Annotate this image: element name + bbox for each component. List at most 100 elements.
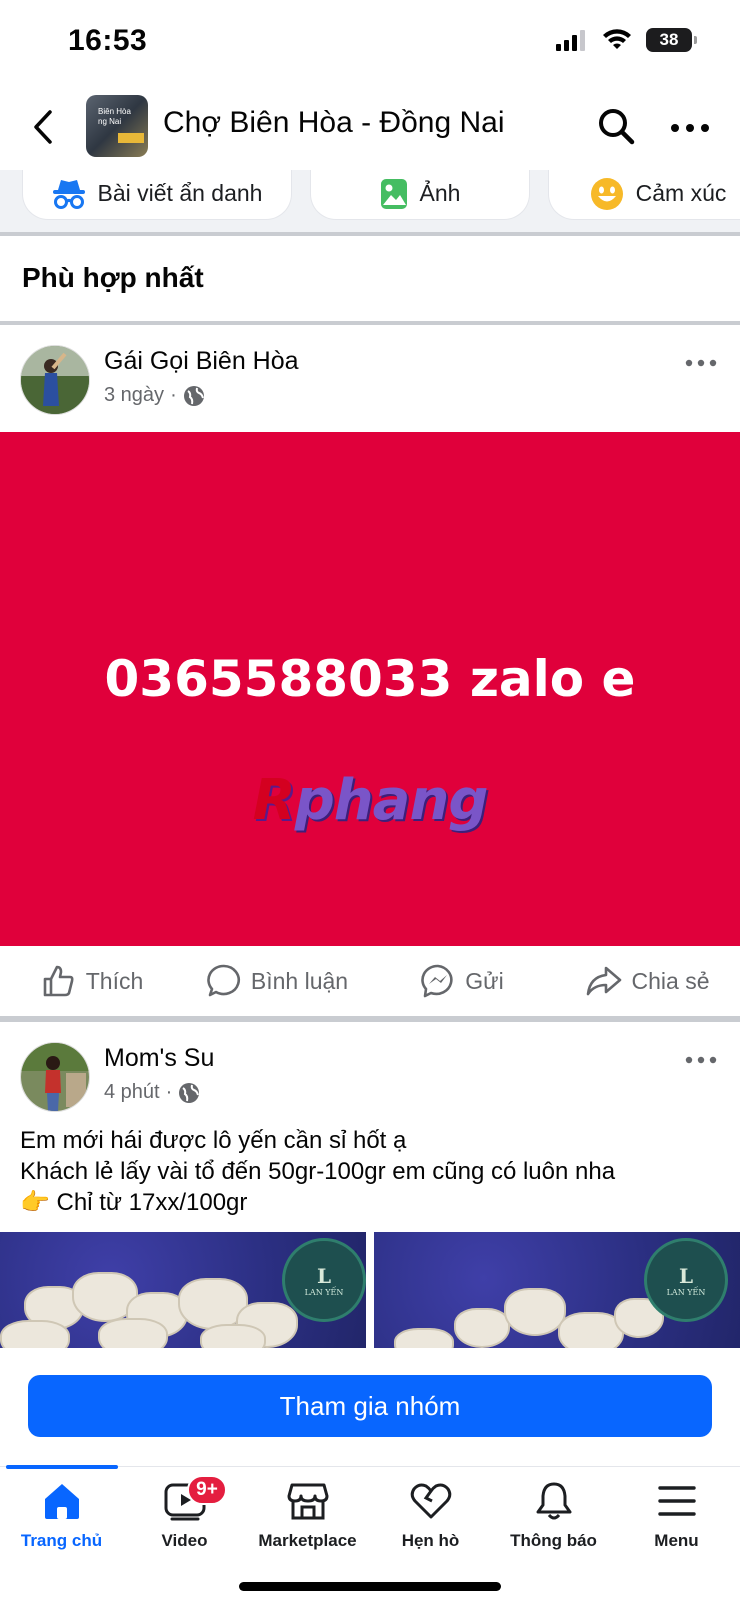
post-text: Em mới hái được lô yến cần sỉ hốt ạ Khác… xyxy=(20,1125,730,1218)
tab-marketplace[interactable]: Marketplace xyxy=(246,1481,369,1551)
tab-label: Marketplace xyxy=(258,1531,357,1550)
comment-button[interactable]: Bình luận xyxy=(185,964,370,998)
tab-label: Thông báo xyxy=(510,1531,597,1550)
sort-section-title[interactable]: Phù hợp nhất xyxy=(22,262,204,294)
heart-icon xyxy=(410,1483,451,1519)
post-author[interactable]: Gái Gọi Biên Hòa xyxy=(104,347,299,376)
anonymous-post-chip[interactable]: Bài viết ẩn danh xyxy=(22,170,292,220)
home-indicator xyxy=(239,1582,501,1591)
incognito-icon xyxy=(52,179,85,209)
post-meta: 4 phút · xyxy=(104,1081,200,1104)
marketplace-icon xyxy=(287,1483,328,1520)
feeling-chip[interactable]: Cảm xúc xyxy=(548,170,740,220)
post-author[interactable]: Mom's Su xyxy=(104,1044,214,1073)
group-header: Biên Hòa ng Nai Chợ Biên Hòa - Đồng Nai xyxy=(0,84,740,170)
avatar-image xyxy=(21,346,89,414)
tab-label: Video xyxy=(161,1531,208,1550)
share-icon xyxy=(586,966,621,996)
battery-icon: 38 xyxy=(646,28,697,52)
ellipsis-icon xyxy=(685,359,717,367)
meta-separator: · xyxy=(170,384,177,406)
nest-shape xyxy=(504,1288,566,1336)
nest-shape xyxy=(394,1328,454,1348)
tab-label: Trang chủ xyxy=(20,1531,103,1550)
avatar[interactable] xyxy=(20,1042,90,1112)
chevron-left-icon xyxy=(34,110,52,144)
avatar[interactable] xyxy=(20,345,90,415)
section-divider xyxy=(0,232,740,236)
post-time: 3 ngày xyxy=(104,384,165,406)
nest-shape xyxy=(98,1318,168,1348)
status-bar: 16:53 38 xyxy=(0,0,740,84)
status-icons: 38 xyxy=(556,28,697,52)
photo-label: Ảnh xyxy=(419,180,461,206)
seal-mark: L xyxy=(678,1263,694,1288)
comment-label: Bình luận xyxy=(250,967,349,994)
messenger-icon xyxy=(421,964,453,998)
back-button[interactable] xyxy=(26,106,60,148)
send-label: Gửi xyxy=(465,967,504,994)
post-options-button[interactable] xyxy=(684,353,718,373)
thumbnail-sign xyxy=(118,133,144,143)
nest-shape xyxy=(454,1308,510,1348)
tab-menu[interactable]: Menu xyxy=(615,1481,738,1551)
globe-icon xyxy=(183,385,204,406)
home-icon xyxy=(44,1484,79,1519)
photo-icon xyxy=(380,178,407,209)
send-button[interactable]: Gửi xyxy=(370,964,555,998)
watermark-part: R xyxy=(252,768,296,833)
menu-icon xyxy=(657,1486,696,1516)
group-title[interactable]: Chợ Biên Hòa - Đồng Nai xyxy=(163,106,505,140)
tab-label: Menu xyxy=(654,1531,699,1550)
share-button[interactable]: Chia sẻ xyxy=(555,965,740,997)
photo-chip[interactable]: Ảnh xyxy=(310,170,530,220)
join-group-button[interactable]: Tham gia nhóm xyxy=(28,1375,712,1437)
like-label: Thích xyxy=(85,967,144,994)
smiley-icon xyxy=(590,177,623,210)
composer-chips: Bài viết ẩn danh Ảnh Cảm xúc xyxy=(0,170,740,232)
avatar-image xyxy=(21,1043,89,1111)
watermark-part: phang xyxy=(294,768,489,833)
tab-notifications[interactable]: Thông báo xyxy=(492,1481,615,1551)
search-icon xyxy=(599,109,635,145)
post-photo[interactable]: L LAN YẾN xyxy=(0,1232,366,1348)
like-button[interactable]: Thích xyxy=(0,964,185,998)
post-divider xyxy=(0,1016,740,1022)
post-text-line: Khách lẻ lấy vài tổ đến 50gr-100gr em cũ… xyxy=(20,1158,616,1185)
nest-shape xyxy=(0,1320,70,1348)
post-text-line: Em mới hái được lô yến cần sỉ hốt ạ xyxy=(20,1127,407,1154)
post-time: 4 phút xyxy=(104,1081,160,1103)
post-photo[interactable]: L LAN YẾN xyxy=(374,1232,740,1348)
thumbs-up-icon xyxy=(43,965,74,997)
section-divider xyxy=(0,321,740,325)
tab-dating[interactable]: Hẹn hò xyxy=(369,1481,492,1551)
anonymous-post-label: Bài viết ẩn danh xyxy=(97,180,263,206)
tab-video[interactable]: 9+ Video xyxy=(123,1475,246,1551)
nest-shape xyxy=(200,1324,266,1348)
share-label: Chia sẻ xyxy=(631,967,710,994)
battery-level: 38 xyxy=(659,30,679,49)
group-thumbnail[interactable]: Biên Hòa ng Nai xyxy=(86,95,148,157)
ellipsis-icon xyxy=(685,1056,717,1064)
post-header: Gái Gọi Biên Hòa 3 ngày · xyxy=(0,327,740,427)
more-options-button[interactable] xyxy=(668,108,712,148)
meta-separator: · xyxy=(165,1081,173,1103)
feeling-label: Cảm xúc xyxy=(635,180,727,206)
post-image[interactable]: 0365588033 zalo e Rphang xyxy=(0,432,740,946)
post-header: Mom's Su 4 phút · xyxy=(0,1024,740,1124)
post-options-button[interactable] xyxy=(684,1050,718,1070)
join-bar: Tham gia nhóm xyxy=(0,1348,740,1468)
post-actions: Thích Bình luận Gửi Chia sẻ xyxy=(0,946,740,1016)
seal-mark: L xyxy=(316,1263,332,1288)
brand-seal: L LAN YẾN xyxy=(644,1238,728,1322)
bottom-tab-bar: Trang chủ 9+ Video Marketplace Hẹn hò Th… xyxy=(0,1465,740,1600)
comment-icon xyxy=(207,964,240,997)
bell-icon xyxy=(536,1482,571,1520)
signal-icon xyxy=(556,30,585,51)
notification-badge: 9+ xyxy=(187,1475,227,1505)
status-time: 16:53 xyxy=(68,24,148,57)
search-button[interactable] xyxy=(596,106,636,146)
wifi-icon xyxy=(603,29,631,49)
tab-label: Hẹn hò xyxy=(401,1531,460,1550)
tab-home[interactable]: Trang chủ xyxy=(0,1481,123,1551)
